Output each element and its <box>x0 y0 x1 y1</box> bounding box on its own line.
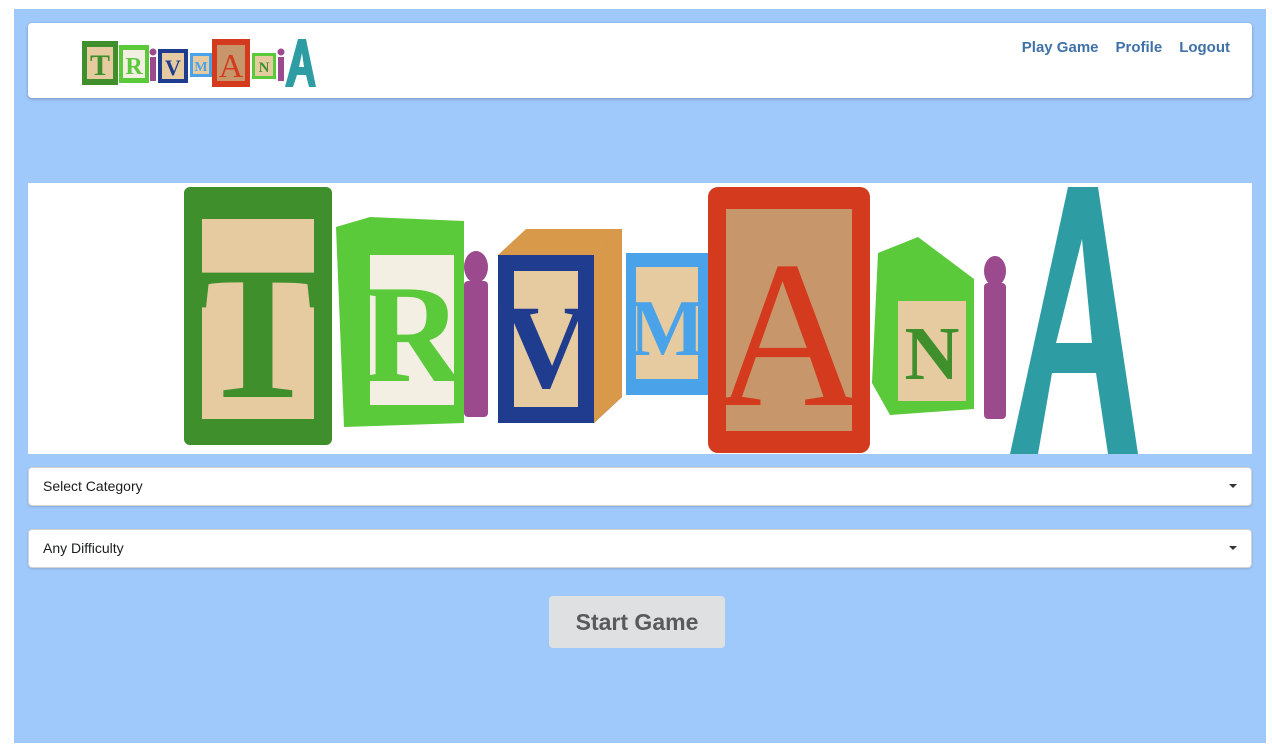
top-navbar: T R V M A N Play Game Profile Logout <box>28 23 1252 98</box>
banner-image: T R V M A N <box>28 183 1252 454</box>
svg-text:N: N <box>259 60 270 76</box>
svg-text:V: V <box>503 280 590 413</box>
banner-logo: T R V M A N <box>184 187 1138 454</box>
nav-logo[interactable]: T R V M A N <box>80 37 316 89</box>
chevron-down-icon <box>1229 484 1237 488</box>
svg-text:R: R <box>125 54 143 80</box>
category-select[interactable]: Select Category <box>28 467 1252 506</box>
svg-text:A: A <box>219 48 244 85</box>
category-select-value: Select Category <box>43 478 143 494</box>
svg-text:M: M <box>194 60 207 75</box>
nav-logout-link[interactable]: Logout <box>1179 39 1230 56</box>
nav-play-game-link[interactable]: Play Game <box>1022 39 1099 56</box>
svg-text:M: M <box>629 285 705 373</box>
nav-profile-link[interactable]: Profile <box>1116 39 1163 56</box>
start-game-button[interactable]: Start Game <box>549 596 725 648</box>
svg-text:T: T <box>90 49 110 82</box>
svg-text:T: T <box>195 229 322 439</box>
nav-links: Play Game Profile Logout <box>1022 39 1230 56</box>
difficulty-select[interactable]: Any Difficulty <box>28 529 1252 568</box>
svg-text:R: R <box>361 257 464 412</box>
svg-text:V: V <box>165 55 181 80</box>
page-background: T R V M A N Play Game Profile Logout T R… <box>14 9 1266 743</box>
chevron-down-icon <box>1229 546 1237 550</box>
svg-text:A: A <box>713 219 865 451</box>
difficulty-select-value: Any Difficulty <box>43 540 124 556</box>
svg-text:N: N <box>905 312 960 396</box>
